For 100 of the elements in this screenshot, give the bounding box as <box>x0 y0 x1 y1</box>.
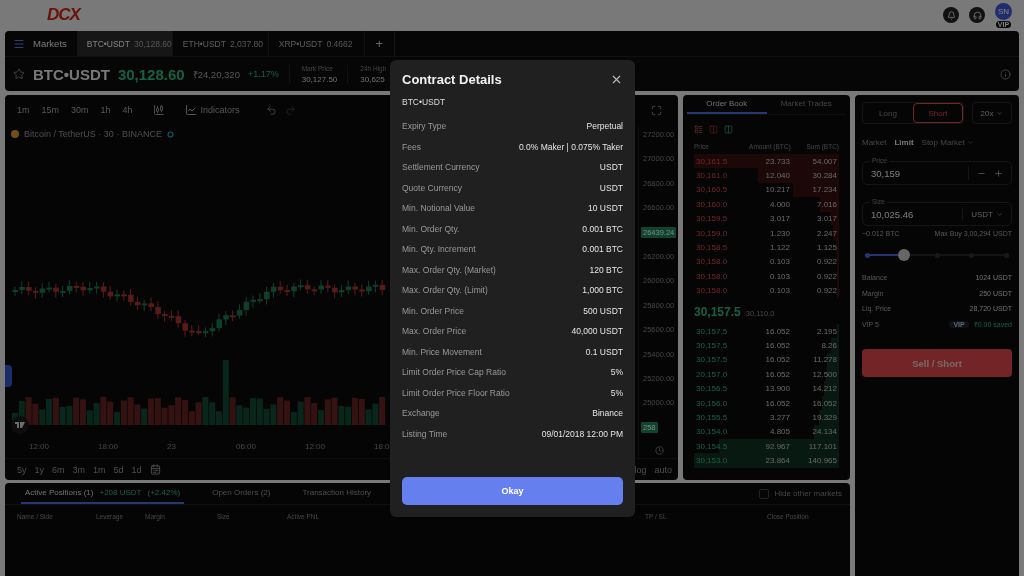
amount-cell-text: 1.230 <box>768 228 790 238</box>
sum-cell-text: 0.922 <box>815 257 837 267</box>
amount-cell-text: 16.052 <box>764 398 790 408</box>
amount-cell-text: 16.052 <box>764 341 790 350</box>
logo[interactable]: DCX <box>47 5 80 25</box>
calendar-icon[interactable] <box>149 464 161 475</box>
price-cell-text: 30,154.0 <box>696 427 729 437</box>
asks-only-icon[interactable] <box>709 125 718 134</box>
detail-value: 40,000 USDT <box>571 326 623 337</box>
contract-pair: BTC•USDT <box>402 97 447 107</box>
interval-button[interactable]: 4h <box>120 105 135 115</box>
amount-cell-text: 23.733 <box>764 156 790 166</box>
side-panel-tab[interactable] <box>5 365 12 387</box>
sum-cell-text: 17.234 <box>811 185 837 195</box>
price-cell-text: 30,156.5 <box>696 384 729 394</box>
star-icon[interactable] <box>13 68 25 80</box>
scale-button[interactable]: log <box>634 464 647 475</box>
dialog-title: Contract Details <box>402 72 502 87</box>
slider-thumb[interactable] <box>897 249 910 261</box>
interval-button[interactable]: 1h <box>98 105 113 115</box>
sum-cell-text: 0.922 <box>815 286 837 296</box>
range-button[interactable]: 3m <box>72 464 86 475</box>
range-button[interactable]: 5y <box>17 464 27 475</box>
coin-icon <box>11 130 19 138</box>
detail-value: 09/01/2018 12:00 PM <box>541 428 623 439</box>
detail-label: Expiry Type <box>402 121 447 132</box>
caret-icon <box>996 109 1004 117</box>
positions-tab[interactable]: Active Positions (1) +208 USDT (+2.42%) <box>21 483 185 504</box>
scale-button[interactable]: auto <box>654 464 672 475</box>
bids-only-icon[interactable] <box>724 125 733 134</box>
price-cell-text: 30,153.0 <box>696 456 729 466</box>
fullscreen-icon[interactable] <box>651 104 662 116</box>
time-label: 12:00 <box>305 442 327 453</box>
eye-icon[interactable] <box>166 130 174 138</box>
order-type-tab[interactable]: Limit <box>894 138 914 147</box>
sum-cell-text: 117.101 <box>807 441 837 451</box>
size-input[interactable]: 10,025.46 <box>863 208 963 220</box>
close-icon[interactable] <box>610 73 623 86</box>
interval-button[interactable]: 15m <box>39 105 62 115</box>
price-cell-text: 20,157.0 <box>696 369 729 379</box>
range-button[interactable]: 6m <box>52 464 65 475</box>
pair-tab[interactable]: BTC•USDT 30,128.60 <box>76 31 173 56</box>
side-toggle[interactable]: Short <box>913 103 963 123</box>
sum-cell-text: 30.284 <box>811 171 837 181</box>
amount-cell-text: 16.052 <box>764 369 790 379</box>
clock-icon[interactable] <box>655 446 664 456</box>
stat-value: 30,625 <box>360 74 386 84</box>
amount-cell-text: 4.000 <box>768 199 790 209</box>
detail-value: 120 BTC <box>589 264 623 275</box>
bell-icon[interactable] <box>943 7 959 23</box>
sum-cell-text: 54.007 <box>811 156 837 166</box>
interval-button[interactable]: 1m <box>15 105 32 115</box>
sum-cell-text: 24.134 <box>811 427 837 437</box>
amount-cell-text: 23.864 <box>764 456 790 466</box>
price-input[interactable]: 30,159 <box>863 167 968 179</box>
price-cell-text: 30,158.0 <box>696 286 729 296</box>
interval-button[interactable]: 30m <box>69 105 91 115</box>
amount-cell-text: 3.277 <box>768 412 790 422</box>
detail-value: 5% <box>610 387 623 398</box>
add-tab-button[interactable]: + <box>364 31 395 56</box>
positions-tab[interactable]: Transaction History <box>298 483 376 504</box>
indicators-button[interactable]: Indicators <box>182 104 242 116</box>
user-avatar[interactable]: SN <box>995 2 1012 20</box>
detail-value: 0.001 BTC <box>582 244 623 255</box>
price-change: +1.17% <box>247 69 279 79</box>
range-button[interactable]: 5d <box>113 464 124 475</box>
detail-label: Quote Currency <box>402 182 462 193</box>
okay-button[interactable]: Okay <box>402 477 623 505</box>
price-cell-text: 30,157.5 <box>696 326 729 336</box>
order-type-tab[interactable]: Market <box>862 138 887 147</box>
chart-line-icon <box>184 104 197 116</box>
sum-cell-text: 12.500 <box>811 369 837 379</box>
sum-cell-text: 8.26 <box>820 341 837 350</box>
detail-value: 0.001 BTC <box>582 223 623 234</box>
price-cell-text: 30,160.0 <box>696 199 729 209</box>
inr-price: ₹24,20,320 <box>192 67 240 81</box>
headphones-icon[interactable] <box>969 7 985 23</box>
hide-markets-checkbox[interactable] <box>759 488 770 499</box>
leverage-dropdown[interactable]: 20x <box>972 102 1012 124</box>
detail-label: Exchange <box>402 408 440 419</box>
positions-tab[interactable]: Open Orders (2) <box>208 483 275 504</box>
redo-icon[interactable] <box>284 104 296 116</box>
price-cell-text: 30,156.0 <box>696 398 729 408</box>
range-button[interactable]: 1y <box>34 464 45 475</box>
candles-icon[interactable] <box>152 104 165 116</box>
both-sides-icon[interactable] <box>694 125 703 134</box>
info-icon[interactable] <box>1000 68 1011 80</box>
range-button[interactable]: 1d <box>131 464 142 475</box>
pair-tab[interactable]: ETH•USDT 2,037.80 <box>172 31 269 56</box>
sum-cell-text: 16.052 <box>811 398 837 408</box>
pair-tab[interactable]: XRP•USDT 0.4662 <box>268 31 365 56</box>
book-tab[interactable]: Order Book <box>687 95 767 114</box>
amount-cell-text: 1.122 <box>768 243 790 253</box>
undo-icon[interactable] <box>265 104 277 116</box>
markets-label: Markets <box>32 37 68 51</box>
unit-dropdown[interactable]: USDT <box>962 207 1011 221</box>
last-price: 30,128.60 <box>117 65 185 83</box>
price-cell-text: 30,160.5 <box>696 185 729 195</box>
range-button[interactable]: 1m <box>93 464 106 475</box>
sell-short-button[interactable]: Sell / Short <box>862 349 1012 377</box>
